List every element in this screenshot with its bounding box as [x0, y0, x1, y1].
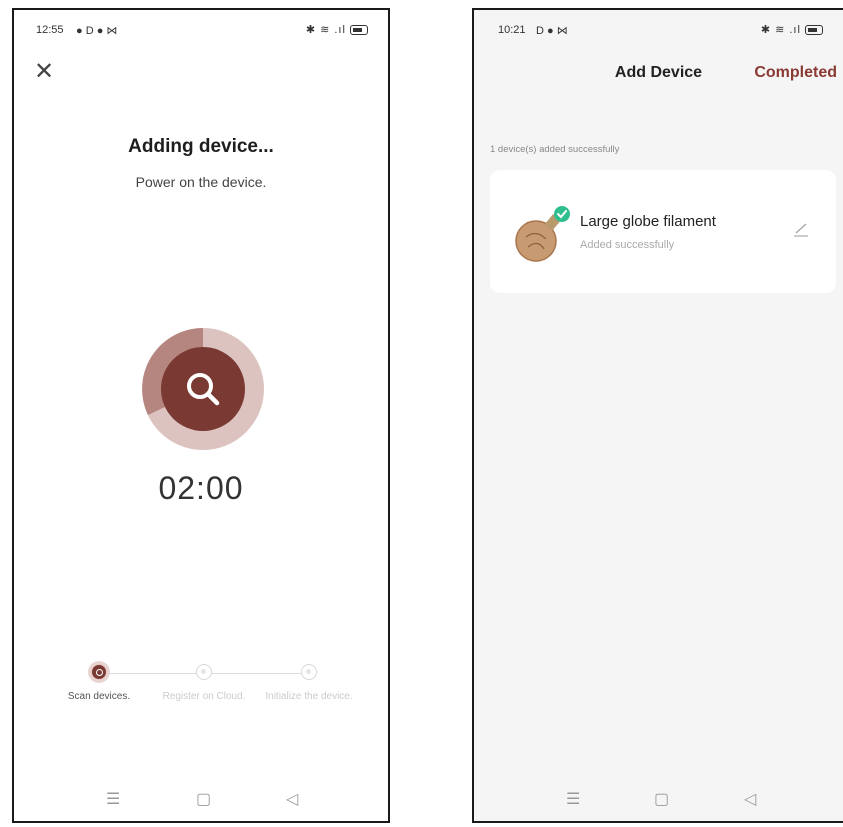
step-label: Register on Cloud. — [162, 691, 246, 702]
device-name: Large globe filament — [580, 213, 716, 230]
status-bar: 10:21 D ● ⋈ ✱ ≋ .ıl — [474, 10, 843, 50]
close-icon[interactable]: ✕ — [34, 60, 54, 84]
home-icon[interactable]: ▢ — [196, 789, 211, 809]
status-signal-icons: ✱ ≋ .ıl — [306, 23, 368, 36]
back-icon[interactable]: ◁ — [286, 789, 298, 809]
step-label: Scan devices. — [67, 691, 131, 702]
device-status: Added successfully — [580, 239, 675, 251]
device-card[interactable]: Large globe filament Added successfully — [490, 170, 836, 293]
step-scan-devices: Scan devices. — [54, 660, 144, 703]
back-icon[interactable]: ◁ — [744, 789, 756, 809]
step-active-dot-icon — [91, 664, 107, 680]
scanning-radar-icon — [142, 328, 264, 450]
home-icon[interactable]: ▢ — [654, 789, 669, 809]
system-nav-bar: ☰ ▢ ◁ — [14, 777, 388, 821]
step-inactive-dot-icon — [301, 664, 317, 680]
progress-steps: Scan devices. Register on Cloud. Initial… — [54, 660, 354, 740]
system-nav-bar: ☰ ▢ ◁ — [474, 777, 843, 821]
status-notification-icons: ● D ● ⋈ — [76, 25, 118, 37]
step-inactive-dot-icon — [196, 664, 212, 680]
menu-icon[interactable]: ☰ — [566, 789, 580, 809]
page-title: Adding device... — [128, 136, 274, 157]
battery-icon — [350, 25, 368, 36]
completed-button[interactable]: Completed — [754, 64, 837, 82]
added-count-text: 1 device(s) added successfully — [490, 144, 620, 155]
step-initialize-device: Initialize the device. — [264, 660, 354, 703]
menu-icon[interactable]: ☰ — [106, 789, 120, 809]
step-register-cloud: Register on Cloud. — [159, 660, 249, 703]
bulb-thumbnail-icon — [515, 206, 570, 262]
status-time: 12:55 — [36, 24, 64, 36]
edit-icon[interactable] — [792, 220, 810, 238]
add-device-result-screen: 10:21 D ● ⋈ ✱ ≋ .ıl Add Device Completed… — [472, 8, 843, 823]
step-label: Initialize the device. — [265, 691, 353, 702]
adding-device-screen: 12:55 ● D ● ⋈ ✱ ≋ .ıl ✕ Adding device...… — [12, 8, 390, 823]
battery-icon — [805, 25, 823, 36]
status-signal-icons: ✱ ≋ .ıl — [761, 23, 823, 36]
page-subtitle: Power on the device. — [135, 174, 267, 190]
status-time: 10:21 — [498, 24, 526, 36]
status-notification-icons: D ● ⋈ — [536, 25, 568, 37]
status-bar: 12:55 ● D ● ⋈ ✱ ≋ .ıl — [14, 10, 388, 50]
countdown-timer: 02:00 — [158, 470, 244, 506]
